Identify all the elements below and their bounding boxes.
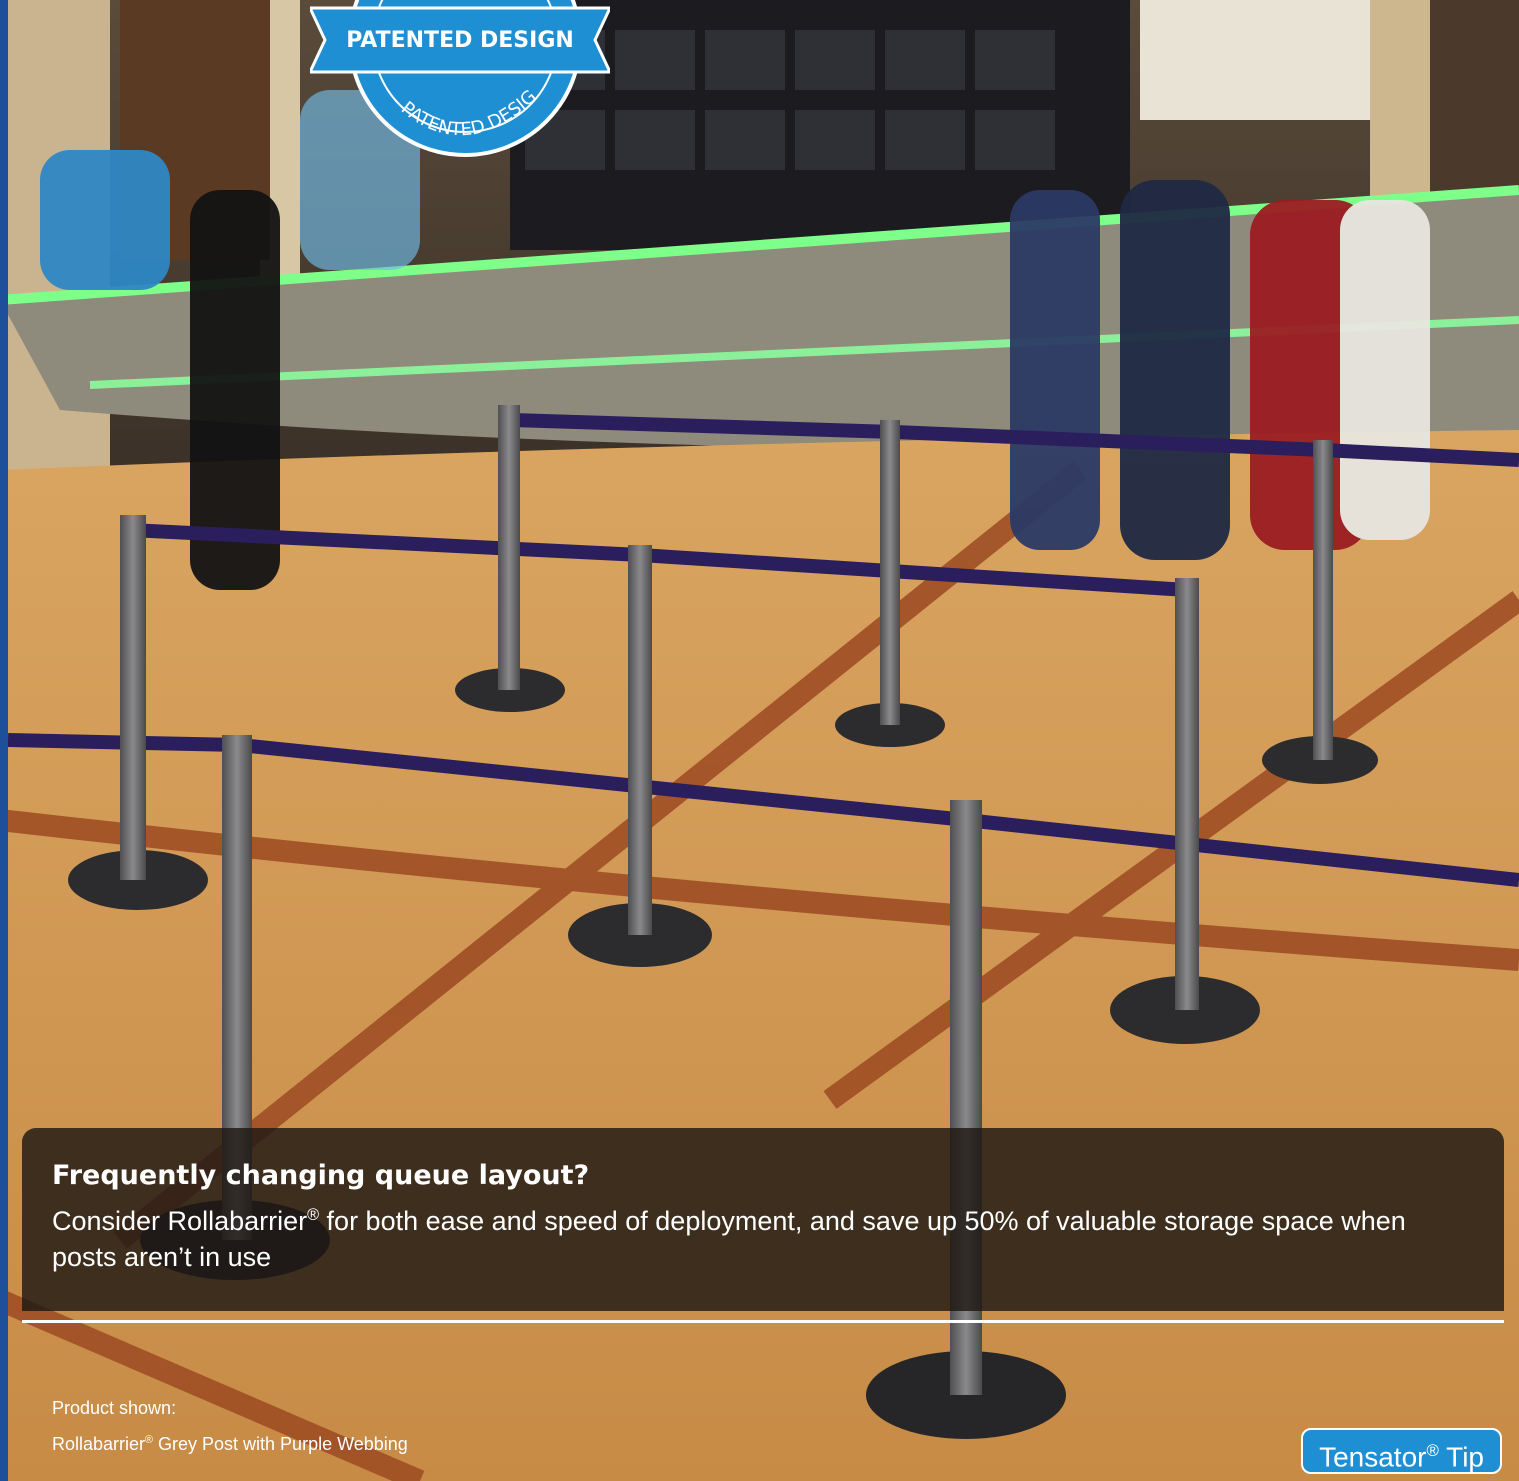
left-edge-strip: [0, 0, 8, 1481]
tip-title: Frequently changing queue layout?: [52, 1160, 590, 1191]
divider-line: [22, 1320, 1504, 1323]
patented-design-label: PATENTED DESIGN: [346, 28, 574, 53]
caption-product-shown: Product shown:: [52, 1398, 177, 1418]
tensator-tip-badge: Tensator® Tip: [1301, 1428, 1502, 1474]
registered-mark: ®: [145, 1434, 154, 1446]
tip-overlay-panel: Frequently changing queue layout? Consid…: [22, 1128, 1504, 1311]
tip-body: Consider Rollabarrier® for both ease and…: [52, 1206, 1406, 1272]
registered-mark: ®: [307, 1206, 320, 1224]
caption-product-name: Rollabarrier® Grey Post with Purple Webb…: [52, 1434, 408, 1454]
registered-mark: ®: [1426, 1441, 1439, 1460]
